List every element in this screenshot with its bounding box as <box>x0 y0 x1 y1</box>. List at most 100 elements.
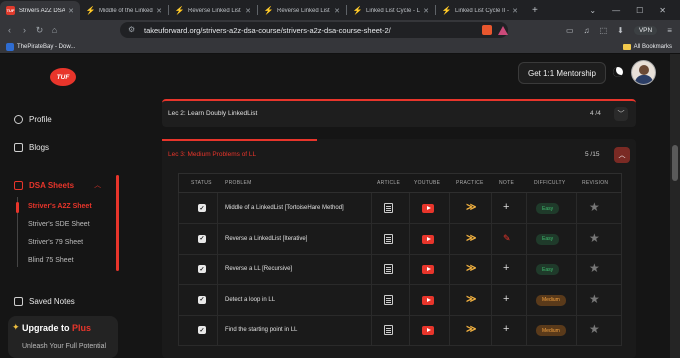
close-icon[interactable]: ✕ <box>512 7 518 15</box>
problem-link[interactable]: Reverse a LinkedList [Iterative] <box>225 236 307 242</box>
new-tab-button[interactable]: + <box>524 5 546 16</box>
sidebar-item-blogs[interactable]: Blogs <box>14 143 49 152</box>
avatar[interactable] <box>631 60 656 85</box>
chevron-down-icon[interactable]: ﹀ <box>614 107 628 121</box>
browser-tab-3[interactable]: ⚡ Reverse Linked List - Leet ✕ <box>258 1 346 20</box>
practice-icon[interactable]: ≫ <box>466 324 476 335</box>
status-checkbox[interactable]: ✓ <box>198 204 206 212</box>
sidebar-item-dsa-sheets[interactable]: DSA Sheets ︿ <box>14 180 101 190</box>
mentorship-button[interactable]: Get 1:1 Mentorship <box>518 62 606 84</box>
minimize-icon[interactable]: — <box>612 6 620 15</box>
brave-rewards-icon[interactable] <box>498 25 508 35</box>
problem-link[interactable]: Find the starting point in LL <box>225 327 297 333</box>
status-checkbox[interactable]: ✓ <box>198 295 206 304</box>
vpn-button[interactable]: VPN <box>633 25 658 35</box>
back-icon[interactable]: ‹ <box>2 25 17 35</box>
close-window-icon[interactable]: ✕ <box>659 6 666 15</box>
revision-star-icon[interactable]: ★ <box>589 322 600 336</box>
youtube-icon[interactable] <box>422 326 434 335</box>
edit-note-icon[interactable]: ✎ <box>503 233 511 244</box>
lecture-count: 4 /4 <box>590 110 601 117</box>
menu-icon[interactable]: ≡ <box>667 26 672 35</box>
problem-link[interactable]: Detect a loop in LL <box>225 297 275 303</box>
page-scrollbar[interactable] <box>670 54 680 358</box>
browser-tab-5[interactable]: ⚡ Linked List Cycle II - Leet ✕ <box>436 1 524 20</box>
site-logo[interactable]: TUF <box>50 68 76 86</box>
browser-tab-2[interactable]: ⚡ Reverse Linked List - Leet ✕ <box>169 1 257 20</box>
close-icon[interactable]: ✕ <box>68 7 74 15</box>
sidebar-item-blind-75[interactable]: Blind 75 Sheet <box>28 257 74 264</box>
url-bar[interactable]: ⚙ takeuforward.org/strivers-a2z-dsa-cour… <box>120 22 508 38</box>
sidebar-item-sde-sheet[interactable]: Striver's SDE Sheet <box>28 221 90 228</box>
header-difficulty: DIFFICULTY <box>534 180 566 186</box>
add-note-icon[interactable]: + <box>503 262 509 274</box>
lecture-section-2[interactable]: Lec 2: Learn Doubly LinkedList 4 /4 ﹀ <box>162 99 636 127</box>
add-note-icon[interactable]: + <box>503 293 509 305</box>
revision-star-icon[interactable]: ★ <box>589 200 600 214</box>
chevron-up-icon[interactable]: ︿ <box>614 147 630 163</box>
all-bookmarks-button[interactable]: All Bookmarks <box>622 43 672 50</box>
browser-tab-1[interactable]: ⚡ Middle of the Linked List ✕ <box>80 1 168 20</box>
sidebar-item-label: Profile <box>29 115 52 124</box>
reload-icon[interactable]: ↻ <box>32 25 47 36</box>
media-icon[interactable]: ♫ <box>584 26 590 35</box>
sidebar-item-label: Saved Notes <box>29 297 75 306</box>
page-scrollbar-thumb[interactable] <box>672 145 678 181</box>
article-icon[interactable] <box>384 203 393 213</box>
maximize-icon[interactable]: ☐ <box>636 6 643 15</box>
revision-star-icon[interactable]: ★ <box>589 292 600 306</box>
article-icon[interactable] <box>384 294 393 305</box>
article-icon[interactable] <box>384 264 393 274</box>
revision-star-icon[interactable]: ★ <box>589 231 600 245</box>
practice-icon[interactable]: ≫ <box>466 233 476 244</box>
tab-search-icon[interactable]: ⌄ <box>589 6 596 15</box>
status-checkbox[interactable]: ✓ <box>198 265 206 273</box>
download-icon[interactable]: ⬇ <box>617 26 624 35</box>
sidebar-item-a2z-sheet[interactable]: Striver's A2Z Sheet <box>28 203 92 210</box>
sidebar-item-label: DSA Sheets <box>29 180 75 190</box>
extensions-icon[interactable]: ⬚ <box>600 26 608 35</box>
practice-icon[interactable]: ≫ <box>466 202 476 213</box>
difficulty-badge: Medium <box>536 325 566 336</box>
close-icon[interactable]: ✕ <box>245 7 251 15</box>
practice-icon[interactable]: ≫ <box>466 294 476 305</box>
problem-link[interactable]: Reverse a LL [Recursive] <box>225 266 292 272</box>
bookmark-item[interactable]: ThePirateBay - Dow... <box>0 42 75 51</box>
cell-divider <box>526 254 527 284</box>
youtube-icon[interactable] <box>422 295 434 305</box>
youtube-icon[interactable] <box>422 234 434 244</box>
forward-icon[interactable]: › <box>17 25 32 35</box>
site-info-icon[interactable]: ⚙ <box>128 25 135 34</box>
close-icon[interactable]: ✕ <box>334 7 340 15</box>
status-checkbox[interactable]: ✓ <box>198 326 206 334</box>
home-icon[interactable]: ⌂ <box>47 25 62 35</box>
profile-icon <box>14 115 23 124</box>
youtube-icon[interactable] <box>422 204 434 213</box>
add-note-icon[interactable]: + <box>503 323 509 335</box>
close-icon[interactable]: ✕ <box>423 7 429 15</box>
header-article: ARTICLE <box>377 180 401 186</box>
browser-tab-4[interactable]: ⚡ Linked List Cycle - LeetCo ✕ <box>347 1 435 20</box>
lecture-title[interactable]: Lec 3: Medium Problems of LL <box>168 151 256 158</box>
sidebar-toggle-icon[interactable]: ▭ <box>566 26 574 35</box>
brave-shields-icon[interactable] <box>482 25 492 35</box>
sidebar-item-79-sheet[interactable]: Striver's 79 Sheet <box>28 239 83 246</box>
article-icon[interactable] <box>384 233 393 244</box>
article-icon[interactable] <box>384 325 393 335</box>
practice-icon[interactable]: ≫ <box>466 263 476 274</box>
upgrade-card[interactable]: ✦ Upgrade to Plus Unleash Your Full Pote… <box>8 316 118 358</box>
close-icon[interactable]: ✕ <box>156 7 162 15</box>
problem-link[interactable]: Middle of a LinkedList [TortoiseHare Met… <box>225 205 344 211</box>
chevron-up-icon[interactable]: ︿ <box>94 180 101 190</box>
sidebar-item-profile[interactable]: Profile <box>14 115 52 124</box>
status-checkbox[interactable]: ✓ <box>198 234 206 243</box>
sidebar-scrollbar[interactable] <box>116 175 119 271</box>
header-practice: PRACTICE <box>456 180 484 186</box>
table-row: ✓ Detect a loop in LL ≫ + Medium ★ <box>178 284 622 316</box>
browser-tab-0[interactable]: TUF Strivers A2Z DSA Cou ✕ <box>0 1 80 20</box>
sidebar-item-saved-notes[interactable]: Saved Notes <box>14 297 75 306</box>
add-note-icon[interactable]: + <box>503 201 509 213</box>
youtube-icon[interactable] <box>422 265 434 274</box>
theme-toggle-icon[interactable] <box>613 67 623 77</box>
revision-star-icon[interactable]: ★ <box>589 261 600 275</box>
